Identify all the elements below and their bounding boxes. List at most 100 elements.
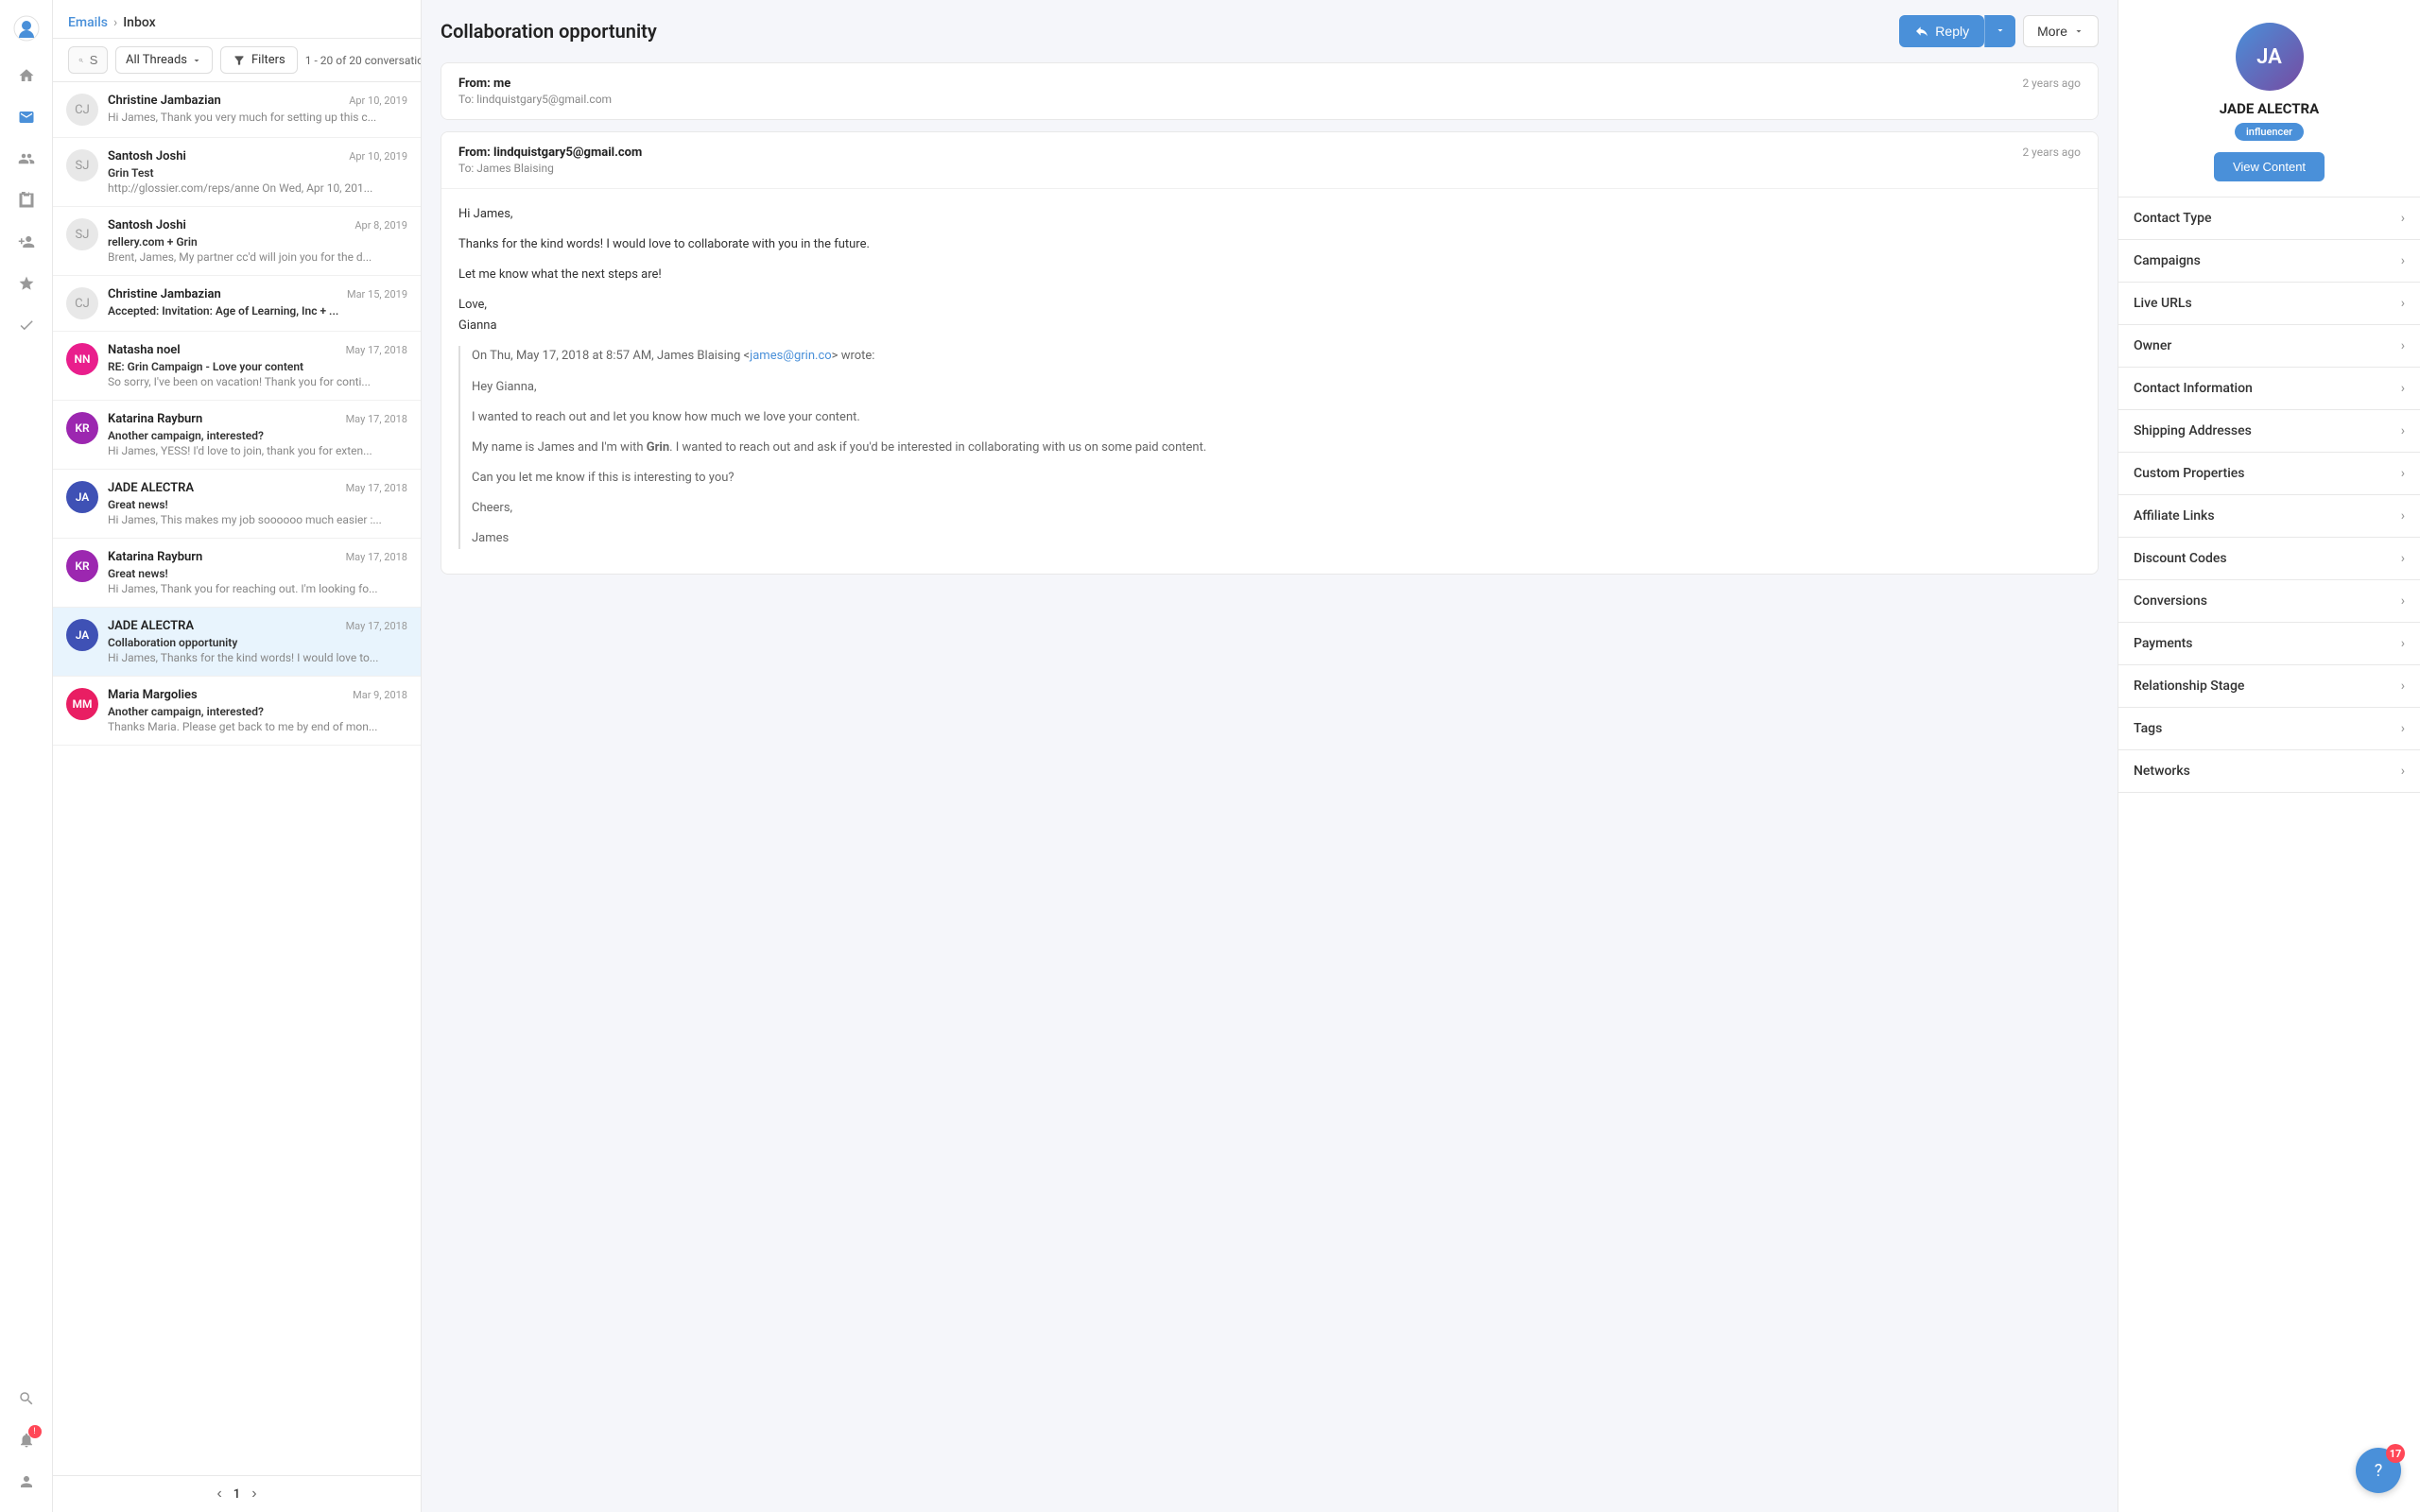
more-button[interactable]: More [2023, 15, 2099, 47]
email-message: From: me To: lindquistgary5@gmail.com 2 … [441, 62, 2099, 120]
help-bubble[interactable]: ? 17 [2356, 1448, 2401, 1493]
app-logo [9, 11, 43, 45]
chevron-down-icon: › [2401, 296, 2405, 311]
email-content: Christine Jambazian Mar 15, 2019 Accepte… [108, 287, 407, 319]
avatar: CJ [66, 94, 98, 126]
accordion-header-conversions[interactable]: Conversions › [2118, 580, 2420, 622]
accordion-label-contact-type: Contact Type [2134, 211, 2211, 226]
chevron-down-icon: › [2401, 721, 2405, 736]
nav-home[interactable] [8, 57, 45, 94]
email-list-item[interactable]: MM Maria Margolies Mar 9, 2018 Another c… [53, 677, 421, 746]
reply-icon [1914, 24, 1929, 39]
nav-add-user[interactable] [8, 223, 45, 261]
email-list-item[interactable]: CJ Christine Jambazian Mar 15, 2019 Acce… [53, 276, 421, 332]
email-list-item[interactable]: KR Katarina Rayburn May 17, 2018 Another… [53, 401, 421, 470]
email-thread: From: me To: lindquistgary5@gmail.com 2 … [422, 62, 2118, 1512]
filters-button[interactable]: Filters [220, 46, 298, 74]
email-date: Mar 9, 2018 [353, 689, 407, 701]
nav-campaigns[interactable] [8, 181, 45, 219]
contact-name: JADE ALECTRA [2220, 100, 2319, 117]
email-date: Apr 10, 2019 [349, 94, 407, 107]
accordion-header-owner[interactable]: Owner › [2118, 325, 2420, 367]
email-list-item[interactable]: SJ Santosh Joshi Apr 10, 2019 Grin Test … [53, 138, 421, 207]
email-list-item[interactable]: KR Katarina Rayburn May 17, 2018 Great n… [53, 539, 421, 608]
nav-contacts[interactable] [8, 140, 45, 178]
search-input[interactable] [90, 53, 97, 67]
accordion-section-payments: Payments › [2118, 623, 2420, 665]
body-line-1: Thanks for the kind words! I would love … [458, 234, 2081, 255]
accordion-section-discount-codes: Discount Codes › [2118, 538, 2420, 580]
notification-badge: ! [28, 1425, 42, 1438]
email-subject: Grin Test [108, 166, 407, 180]
chevron-down-icon: › [2401, 211, 2405, 226]
email-preview: Hi James, Thank you for reaching out. I'… [108, 582, 407, 595]
avatar-placeholder: JA [2236, 23, 2304, 91]
email-link[interactable]: james@grin.co [750, 349, 832, 363]
email-meta: Maria Margolies Mar 9, 2018 [108, 688, 407, 702]
avatar: CJ [66, 287, 98, 319]
search-bar[interactable] [68, 46, 108, 74]
accordion-section-shipping-addresses: Shipping Addresses › [2118, 410, 2420, 453]
avatar: KR [66, 412, 98, 444]
nav-inbox[interactable] [8, 98, 45, 136]
breadcrumb-current: Inbox [123, 15, 155, 30]
accordion-header-affiliate-links[interactable]: Affiliate Links › [2118, 495, 2420, 537]
accordion-label-owner: Owner [2134, 338, 2171, 353]
accordion-header-custom-properties[interactable]: Custom Properties › [2118, 453, 2420, 494]
accordion-header-campaigns[interactable]: Campaigns › [2118, 240, 2420, 282]
help-notification-badge: 17 [2386, 1444, 2405, 1463]
accordion-label-payments: Payments [2134, 636, 2193, 651]
email-meta: Christine Jambazian Apr 10, 2019 [108, 94, 407, 108]
nav-search[interactable] [8, 1380, 45, 1418]
accordion-section-owner: Owner › [2118, 325, 2420, 368]
accordion-header-contact-information[interactable]: Contact Information › [2118, 368, 2420, 409]
email-list-item[interactable]: JA JADE ALECTRA May 17, 2018 Great news!… [53, 470, 421, 539]
accordion-section-campaigns: Campaigns › [2118, 240, 2420, 283]
email-list: CJ Christine Jambazian Apr 10, 2019 Hi J… [53, 82, 421, 1475]
accordion-label-relationship-stage: Relationship Stage [2134, 679, 2244, 694]
email-from: From: me [458, 77, 612, 91]
pagination-prev[interactable]: ‹ [216, 1486, 221, 1503]
email-list-item[interactable]: NN Natasha noel May 17, 2018 RE: Grin Ca… [53, 332, 421, 401]
accordion-header-contact-type[interactable]: Contact Type › [2118, 198, 2420, 239]
email-subject-title: Collaboration opportunity [441, 20, 657, 43]
email-content: Maria Margolies Mar 9, 2018 Another camp… [108, 688, 407, 733]
reply-button[interactable]: Reply [1899, 15, 1984, 47]
email-subject: RE: Grin Campaign - Love your content [108, 360, 407, 373]
accordion-header-live-urls[interactable]: Live URLs › [2118, 283, 2420, 324]
avatar: JA [2236, 23, 2304, 91]
accordion-section-affiliate-links: Affiliate Links › [2118, 495, 2420, 538]
email-sender: Christine Jambazian [108, 94, 221, 108]
accordion-header-payments[interactable]: Payments › [2118, 623, 2420, 664]
pagination-next[interactable]: › [251, 1486, 256, 1503]
email-list-item[interactable]: SJ Santosh Joshi Apr 8, 2019 rellery.com… [53, 207, 421, 276]
accordion-header-discount-codes[interactable]: Discount Codes › [2118, 538, 2420, 579]
chevron-down-icon: › [2401, 593, 2405, 609]
email-content: Christine Jambazian Apr 10, 2019 Hi Jame… [108, 94, 407, 124]
thread-filter-dropdown[interactable]: All Threads [115, 46, 213, 74]
view-content-button[interactable]: View Content [2214, 152, 2325, 181]
email-list-item[interactable]: CJ Christine Jambazian Apr 10, 2019 Hi J… [53, 82, 421, 138]
nav-notifications[interactable]: ! [8, 1421, 45, 1459]
accordion-header-networks[interactable]: Networks › [2118, 750, 2420, 792]
reply-dropdown-button[interactable] [1984, 15, 2015, 47]
sidebar-nav: ! [0, 0, 53, 1512]
nav-check[interactable] [8, 306, 45, 344]
accordion-header-relationship-stage[interactable]: Relationship Stage › [2118, 665, 2420, 707]
accordion-header-shipping-addresses[interactable]: Shipping Addresses › [2118, 410, 2420, 452]
accordion-section-custom-properties: Custom Properties › [2118, 453, 2420, 495]
avatar: MM [66, 688, 98, 720]
help-icon: ? [2375, 1461, 2383, 1481]
breadcrumb-parent[interactable]: Emails [68, 15, 108, 30]
chevron-down-icon: › [2401, 551, 2405, 566]
nav-star[interactable] [8, 265, 45, 302]
email-list-panel: Emails › Inbox All Threads Filters 1 - 2… [53, 0, 422, 1512]
email-sender: Maria Margolies [108, 688, 198, 702]
email-list-item[interactable]: JA JADE ALECTRA May 17, 2018 Collaborati… [53, 608, 421, 677]
nav-profile[interactable] [8, 1463, 45, 1501]
reply-button-group: Reply [1899, 15, 2015, 47]
email-date: Apr 8, 2019 [354, 219, 407, 232]
breadcrumb: Emails › Inbox [68, 15, 156, 30]
accordion-header-tags[interactable]: Tags › [2118, 708, 2420, 749]
email-sender: Santosh Joshi [108, 149, 186, 163]
